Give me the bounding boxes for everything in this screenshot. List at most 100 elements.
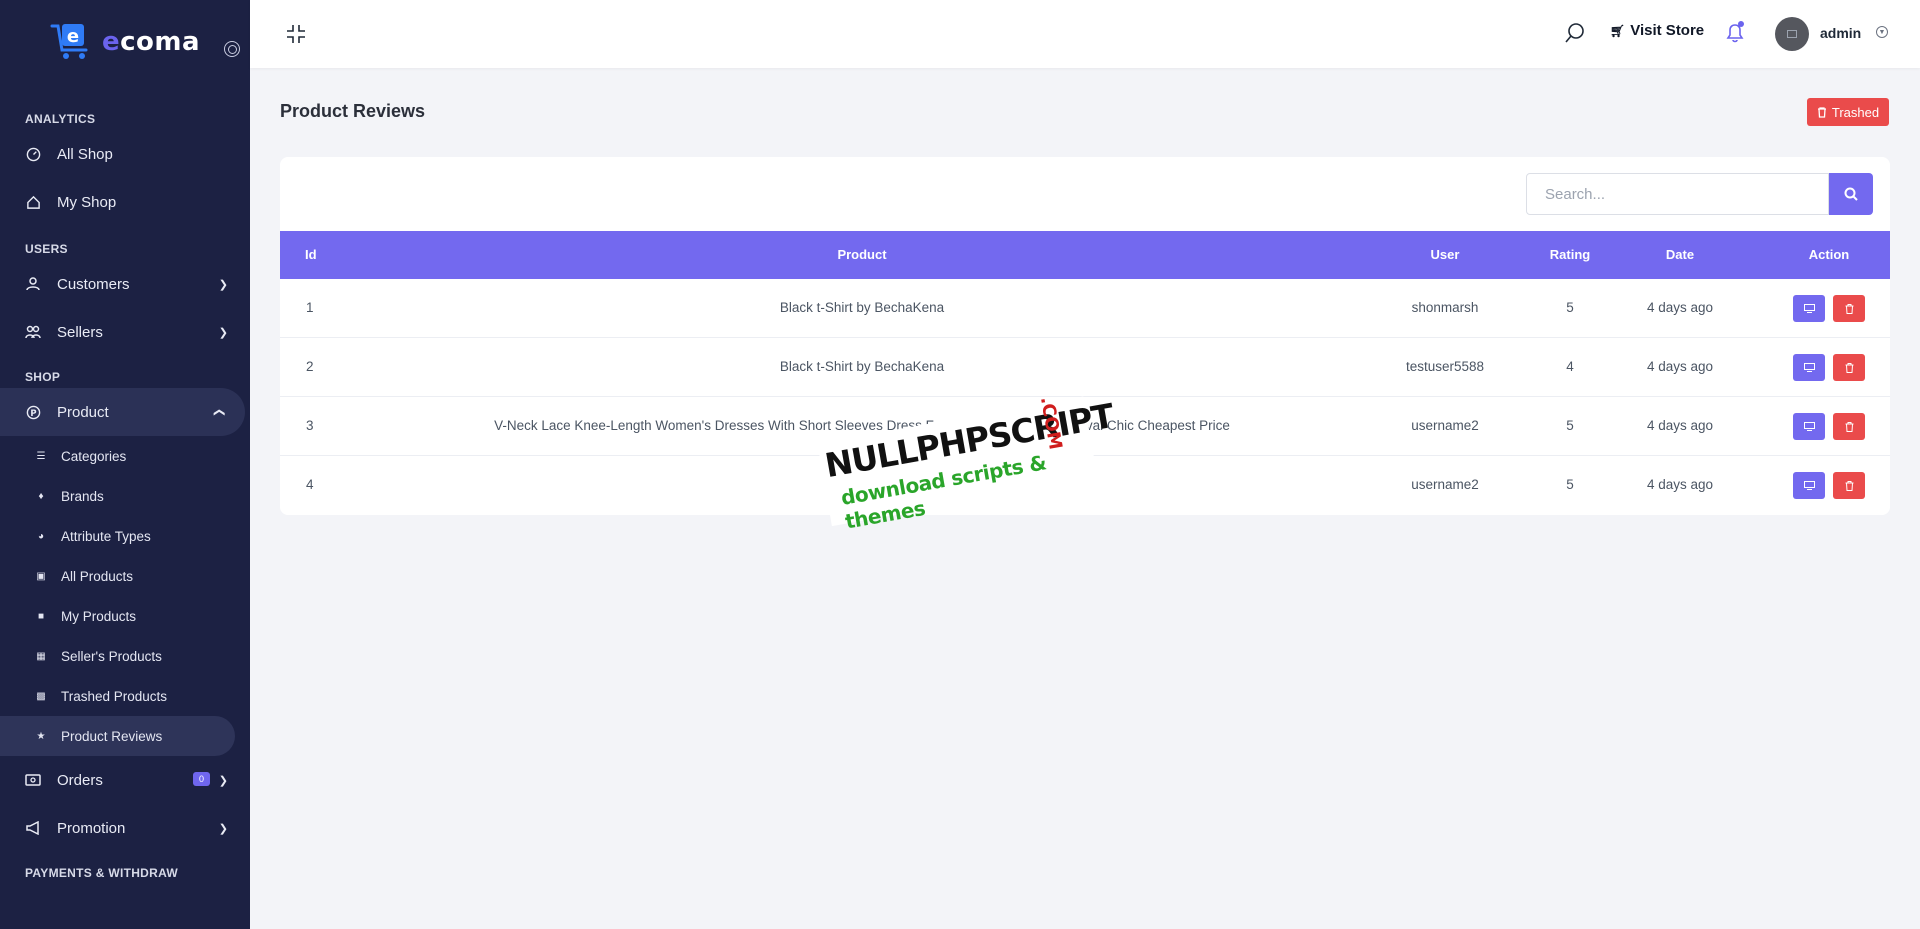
- sidebar-item-label: Customers: [57, 275, 130, 293]
- avatar[interactable]: [1775, 17, 1809, 51]
- cell-date: 4 days ago: [1646, 477, 1714, 492]
- user-group-icon: [25, 324, 41, 340]
- view-button[interactable]: [1793, 413, 1825, 440]
- subitem-label: Brands: [61, 488, 104, 504]
- lock-icon: ■: [37, 610, 45, 622]
- chevron-down-icon: ❯: [218, 279, 228, 291]
- sidebar-subitem-attribute-types[interactable]: ◕ Attribute Types: [0, 516, 250, 556]
- cell-id: 1: [306, 300, 314, 315]
- subitem-label: My Products: [61, 608, 137, 624]
- notification-bell-icon[interactable]: [1724, 20, 1746, 44]
- subitem-label: Seller's Products: [61, 648, 162, 664]
- cell-date: 4 days ago: [1646, 300, 1714, 315]
- search-button[interactable]: [1829, 173, 1873, 215]
- sidebar-item-customers[interactable]: Customers ❯: [0, 260, 250, 308]
- cell-product: Black t-Shirt by BechaKena: [779, 300, 945, 315]
- trashed-label: Trashed: [1831, 104, 1880, 120]
- subitem-label: All Products: [61, 568, 134, 584]
- orders-count-badge: 0: [192, 772, 210, 786]
- subitem-label: Categories: [61, 448, 127, 464]
- subitem-label: Product Reviews: [61, 728, 163, 744]
- delete-button[interactable]: [1833, 295, 1865, 322]
- column-header-product: Product: [837, 247, 887, 262]
- section-label-shop: SHOP: [25, 370, 61, 384]
- sidebar-item-label: Sellers: [57, 323, 103, 341]
- cell-user: username2: [1411, 418, 1479, 433]
- shirt-icon: ▣: [36, 570, 46, 582]
- sidebar-item-label: All Shop: [57, 145, 113, 163]
- sidebar-subitem-categories[interactable]: ☰ Categories: [0, 436, 250, 476]
- sidebar-item-label: Product: [57, 403, 109, 421]
- table-row: 1 Black t-Shirt by BechaKena shonmarsh 5…: [280, 279, 1890, 338]
- column-header-date: Date: [1665, 247, 1695, 262]
- view-button[interactable]: [1793, 295, 1825, 322]
- view-button[interactable]: [1793, 354, 1825, 381]
- cell-user: testuser5588: [1405, 359, 1485, 374]
- column-header-user: User: [1430, 247, 1460, 262]
- svg-text:P: P: [30, 407, 36, 417]
- sidebar-item-sellers[interactable]: Sellers ❯: [0, 308, 250, 356]
- sidebar-item-promotion[interactable]: Promotion ❯: [0, 804, 250, 852]
- delete-button[interactable]: [1833, 354, 1865, 381]
- sidebar: e ecoma ANALYTICS All Shop My Shop USERS…: [0, 0, 250, 929]
- gauge-icon: [25, 146, 41, 162]
- cell-id: 2: [306, 359, 314, 374]
- cell-user: username2: [1411, 477, 1479, 492]
- section-label-payments: PAYMENTS & WITHDRAW: [25, 866, 179, 880]
- star-icon: ★: [36, 730, 46, 742]
- cell-date: 4 days ago: [1646, 359, 1714, 374]
- sidebar-subitem-trashed-products[interactable]: ▩ Trashed Products: [0, 676, 250, 716]
- section-label-analytics: ANALYTICS: [25, 112, 96, 126]
- cell-product: Black t-Shirt by BechaKena: [779, 359, 945, 374]
- column-header-id: Id: [305, 247, 317, 262]
- cell-rating: 5: [1566, 477, 1574, 492]
- search-icon[interactable]: [1564, 22, 1586, 44]
- subitem-label: Trashed Products: [61, 688, 168, 704]
- search-input[interactable]: [1526, 173, 1829, 215]
- monitor-icon: [1803, 363, 1815, 372]
- chevron-up-icon: ❯: [212, 407, 225, 418]
- trash-icon: [1845, 303, 1853, 314]
- table-header: Id Product User Rating Date Action: [280, 231, 1890, 279]
- product-circle-icon: P: [25, 404, 41, 420]
- subitem-label: Attribute Types: [61, 528, 151, 544]
- sidebar-item-orders[interactable]: Orders 0 ❯: [0, 756, 250, 804]
- delete-button[interactable]: [1833, 413, 1865, 440]
- sidebar-subitem-all-products[interactable]: ▣ All Products: [0, 556, 250, 596]
- monitor-icon: [1803, 422, 1815, 431]
- admin-username[interactable]: admin: [1820, 25, 1861, 41]
- visit-store-link[interactable]: 🛒︎ Visit Store: [1610, 22, 1704, 39]
- list-icon: ☰: [36, 450, 46, 462]
- image-placeholder-icon: [1787, 30, 1797, 38]
- sidebar-subitem-product-reviews[interactable]: ★ Product Reviews: [0, 716, 235, 756]
- sidebar-item-all-shop[interactable]: All Shop: [0, 130, 250, 178]
- home-icon: [25, 194, 41, 210]
- delete-button[interactable]: [1833, 472, 1865, 499]
- cell-id: 3: [306, 418, 314, 433]
- sidebar-subitem-sellers-products[interactable]: ▦ Seller's Products: [0, 636, 250, 676]
- cell-id: 4: [306, 477, 314, 492]
- view-button[interactable]: [1793, 472, 1825, 499]
- cell-rating: 4: [1566, 359, 1574, 374]
- trashed-button[interactable]: Trashed: [1807, 98, 1889, 126]
- search-icon: [1844, 187, 1858, 201]
- sidebar-item-label: Promotion: [57, 819, 126, 837]
- column-header-rating: Rating: [1549, 247, 1591, 262]
- chevron-down-icon[interactable]: ▼: [1876, 26, 1888, 38]
- sidebar-subitem-brands[interactable]: ♦ Brands: [0, 476, 250, 516]
- cell-date: 4 days ago: [1646, 418, 1714, 433]
- sidebar-item-label: Orders: [57, 771, 103, 789]
- compress-icon[interactable]: [286, 24, 306, 44]
- page-title: Product Reviews: [280, 101, 426, 121]
- sidebar-item-label: My Shop: [57, 193, 117, 211]
- brand-name: ecoma: [102, 27, 201, 57]
- trash-icon: ▩: [36, 690, 46, 702]
- chevron-down-icon: ❯: [218, 327, 228, 339]
- megaphone-icon: [25, 820, 41, 836]
- sidebar-item-my-shop[interactable]: My Shop: [0, 178, 250, 226]
- sidebar-item-product[interactable]: P Product ❯: [0, 388, 245, 436]
- sidebar-toggle-icon[interactable]: [224, 41, 240, 57]
- brand-logo[interactable]: e ecoma: [0, 0, 250, 84]
- cart-logo-icon: e: [50, 24, 88, 59]
- sidebar-subitem-my-products[interactable]: ■ My Products: [0, 596, 250, 636]
